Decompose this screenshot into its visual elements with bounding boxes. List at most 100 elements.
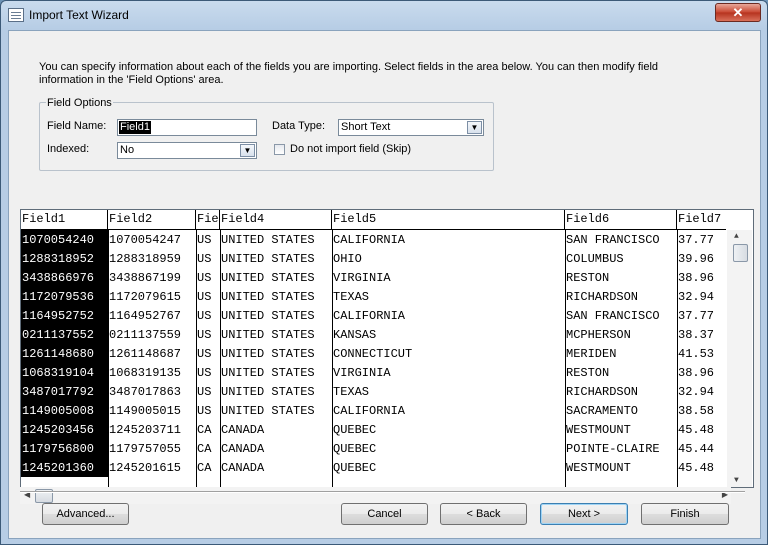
- advanced-button[interactable]: Advanced...: [42, 503, 129, 525]
- table-cell[interactable]: US: [196, 382, 220, 401]
- table-row[interactable]: 3438866976 3438867199 US UNITED STATES VIRGI…: [21, 268, 726, 287]
- table-cell[interactable]: UNITED STATES: [220, 230, 332, 249]
- table-cell[interactable]: MCPHERSON: [565, 325, 677, 344]
- table-cell[interactable]: 1149005015: [108, 401, 196, 420]
- table-cell[interactable]: 1068319104: [21, 363, 108, 382]
- cancel-button[interactable]: Cancel: [341, 503, 428, 525]
- skip-field-checkbox[interactable]: [274, 144, 285, 155]
- table-cell[interactable]: US: [196, 230, 220, 249]
- table-cell[interactable]: SACRAMENTO: [565, 401, 677, 420]
- table-row[interactable]: 1068319104 1068319135 US UNITED STATES VIRGI…: [21, 363, 726, 382]
- table-cell[interactable]: COLUMBUS: [565, 249, 677, 268]
- table-cell[interactable]: 38.96: [677, 268, 726, 287]
- close-button[interactable]: ✕: [715, 3, 761, 22]
- table-cell[interactable]: 0211137559: [108, 325, 196, 344]
- table-cell[interactable]: 32.94: [677, 382, 726, 401]
- table-cell[interactable]: RESTON: [565, 363, 677, 382]
- table-cell[interactable]: WESTMOUNT: [565, 420, 677, 439]
- table-cell[interactable]: 1261148687: [108, 344, 196, 363]
- table-cell[interactable]: OHIO: [332, 249, 565, 268]
- title-bar[interactable]: Import Text Wizard ✕: [1, 1, 767, 31]
- table-cell[interactable]: UNITED STATES: [220, 306, 332, 325]
- indexed-select[interactable]: No ▼: [117, 142, 257, 159]
- table-cell[interactable]: UNITED STATES: [220, 287, 332, 306]
- table-row[interactable]: 1245201360 1245201615 CA CANADA QUEBEC WESTMO…: [21, 458, 726, 477]
- scroll-down-icon[interactable]: ▼: [734, 476, 739, 485]
- table-cell[interactable]: US: [196, 363, 220, 382]
- table-cell[interactable]: 1149005008: [21, 401, 108, 420]
- grid-header-cell[interactable]: Field7: [677, 210, 726, 229]
- table-cell[interactable]: CALIFORNIA: [332, 230, 565, 249]
- table-cell[interactable]: 1245201360: [21, 458, 108, 477]
- scroll-up-icon[interactable]: ▲: [734, 232, 739, 241]
- table-cell[interactable]: 3438867199: [108, 268, 196, 287]
- table-cell[interactable]: KANSAS: [332, 325, 565, 344]
- horizontal-scrollbar[interactable]: ◀ ▶: [20, 487, 731, 504]
- grid-header-cell[interactable]: Field1: [21, 210, 108, 229]
- table-row[interactable]: 1172079536 1172079615 US UNITED STATES TEXAS…: [21, 287, 726, 306]
- table-cell[interactable]: UNITED STATES: [220, 325, 332, 344]
- table-cell[interactable]: RICHARDSON: [565, 287, 677, 306]
- table-cell[interactable]: CANADA: [220, 439, 332, 458]
- table-cell[interactable]: 3487017792: [21, 382, 108, 401]
- table-row[interactable]: 3487017792 3487017863 US UNITED STATES TEXAS…: [21, 382, 726, 401]
- table-cell[interactable]: RICHARDSON: [565, 382, 677, 401]
- table-cell[interactable]: 1288318959: [108, 249, 196, 268]
- next-button[interactable]: Next >: [540, 503, 628, 525]
- table-cell[interactable]: UNITED STATES: [220, 249, 332, 268]
- table-cell[interactable]: SAN FRANCISCO: [565, 306, 677, 325]
- table-cell[interactable]: WESTMOUNT: [565, 458, 677, 477]
- table-cell[interactable]: 3438866976: [21, 268, 108, 287]
- table-cell[interactable]: CA: [196, 420, 220, 439]
- table-cell[interactable]: US: [196, 268, 220, 287]
- table-cell[interactable]: US: [196, 344, 220, 363]
- table-cell[interactable]: CALIFORNIA: [332, 306, 565, 325]
- back-button[interactable]: < Back: [440, 503, 527, 525]
- table-row[interactable]: 1179756800 1179757055 CA CANADA QUEBEC POINTE…: [21, 439, 726, 458]
- table-cell[interactable]: UNITED STATES: [220, 344, 332, 363]
- table-cell[interactable]: 45.48: [677, 458, 726, 477]
- table-cell[interactable]: 1070054247: [108, 230, 196, 249]
- table-cell[interactable]: 38.37: [677, 325, 726, 344]
- table-cell[interactable]: 1164952752: [21, 306, 108, 325]
- table-cell[interactable]: 3487017863: [108, 382, 196, 401]
- table-cell[interactable]: US: [196, 325, 220, 344]
- table-cell[interactable]: 45.44: [677, 439, 726, 458]
- table-cell[interactable]: 38.96: [677, 363, 726, 382]
- table-cell[interactable]: TEXAS: [332, 287, 565, 306]
- chevron-down-icon[interactable]: ▼: [240, 144, 255, 157]
- table-row[interactable]: 1261148680 1261148687 US UNITED STATES CONNE…: [21, 344, 726, 363]
- table-cell[interactable]: 37.77: [677, 230, 726, 249]
- grid-header-cell[interactable]: Field6: [565, 210, 677, 229]
- table-cell[interactable]: 45.48: [677, 420, 726, 439]
- field-name-input[interactable]: Field1: [117, 119, 257, 136]
- table-row[interactable]: 1288318952 1288318959 US UNITED STATES OHIO C…: [21, 249, 726, 268]
- table-cell[interactable]: US: [196, 306, 220, 325]
- table-cell[interactable]: CA: [196, 458, 220, 477]
- skip-field-label[interactable]: Do not import field (Skip): [290, 143, 411, 156]
- data-preview-grid[interactable]: Field1 Field2 Field3 Field4 Field5 Field…: [20, 209, 754, 488]
- table-cell[interactable]: QUEBEC: [332, 420, 565, 439]
- grid-header-cell[interactable]: Field3: [196, 210, 220, 229]
- vertical-scrollbar[interactable]: ▲ ▼: [727, 230, 752, 487]
- table-cell[interactable]: QUEBEC: [332, 458, 565, 477]
- table-cell[interactable]: POINTE-CLAIRE: [565, 439, 677, 458]
- table-cell[interactable]: VIRGINIA: [332, 268, 565, 287]
- table-cell[interactable]: 1179757055: [108, 439, 196, 458]
- table-row[interactable]: 1070054240 1070054247 US UNITED STATES CALIF…: [21, 230, 726, 249]
- table-cell[interactable]: UNITED STATES: [220, 382, 332, 401]
- table-cell[interactable]: 1261148680: [21, 344, 108, 363]
- table-row[interactable]: 1149005008 1149005015 US UNITED STATES CALIF…: [21, 401, 726, 420]
- table-cell[interactable]: US: [196, 249, 220, 268]
- grid-header-cell[interactable]: Field4: [220, 210, 332, 229]
- table-cell[interactable]: 1164952767: [108, 306, 196, 325]
- table-cell[interactable]: 1070054240: [21, 230, 108, 249]
- table-cell[interactable]: CANADA: [220, 420, 332, 439]
- table-cell[interactable]: CANADA: [220, 458, 332, 477]
- table-cell[interactable]: 39.96: [677, 249, 726, 268]
- table-cell[interactable]: 38.58: [677, 401, 726, 420]
- table-cell[interactable]: 41.53: [677, 344, 726, 363]
- table-cell[interactable]: QUEBEC: [332, 439, 565, 458]
- table-cell[interactable]: TEXAS: [332, 382, 565, 401]
- chevron-down-icon[interactable]: ▼: [467, 121, 482, 134]
